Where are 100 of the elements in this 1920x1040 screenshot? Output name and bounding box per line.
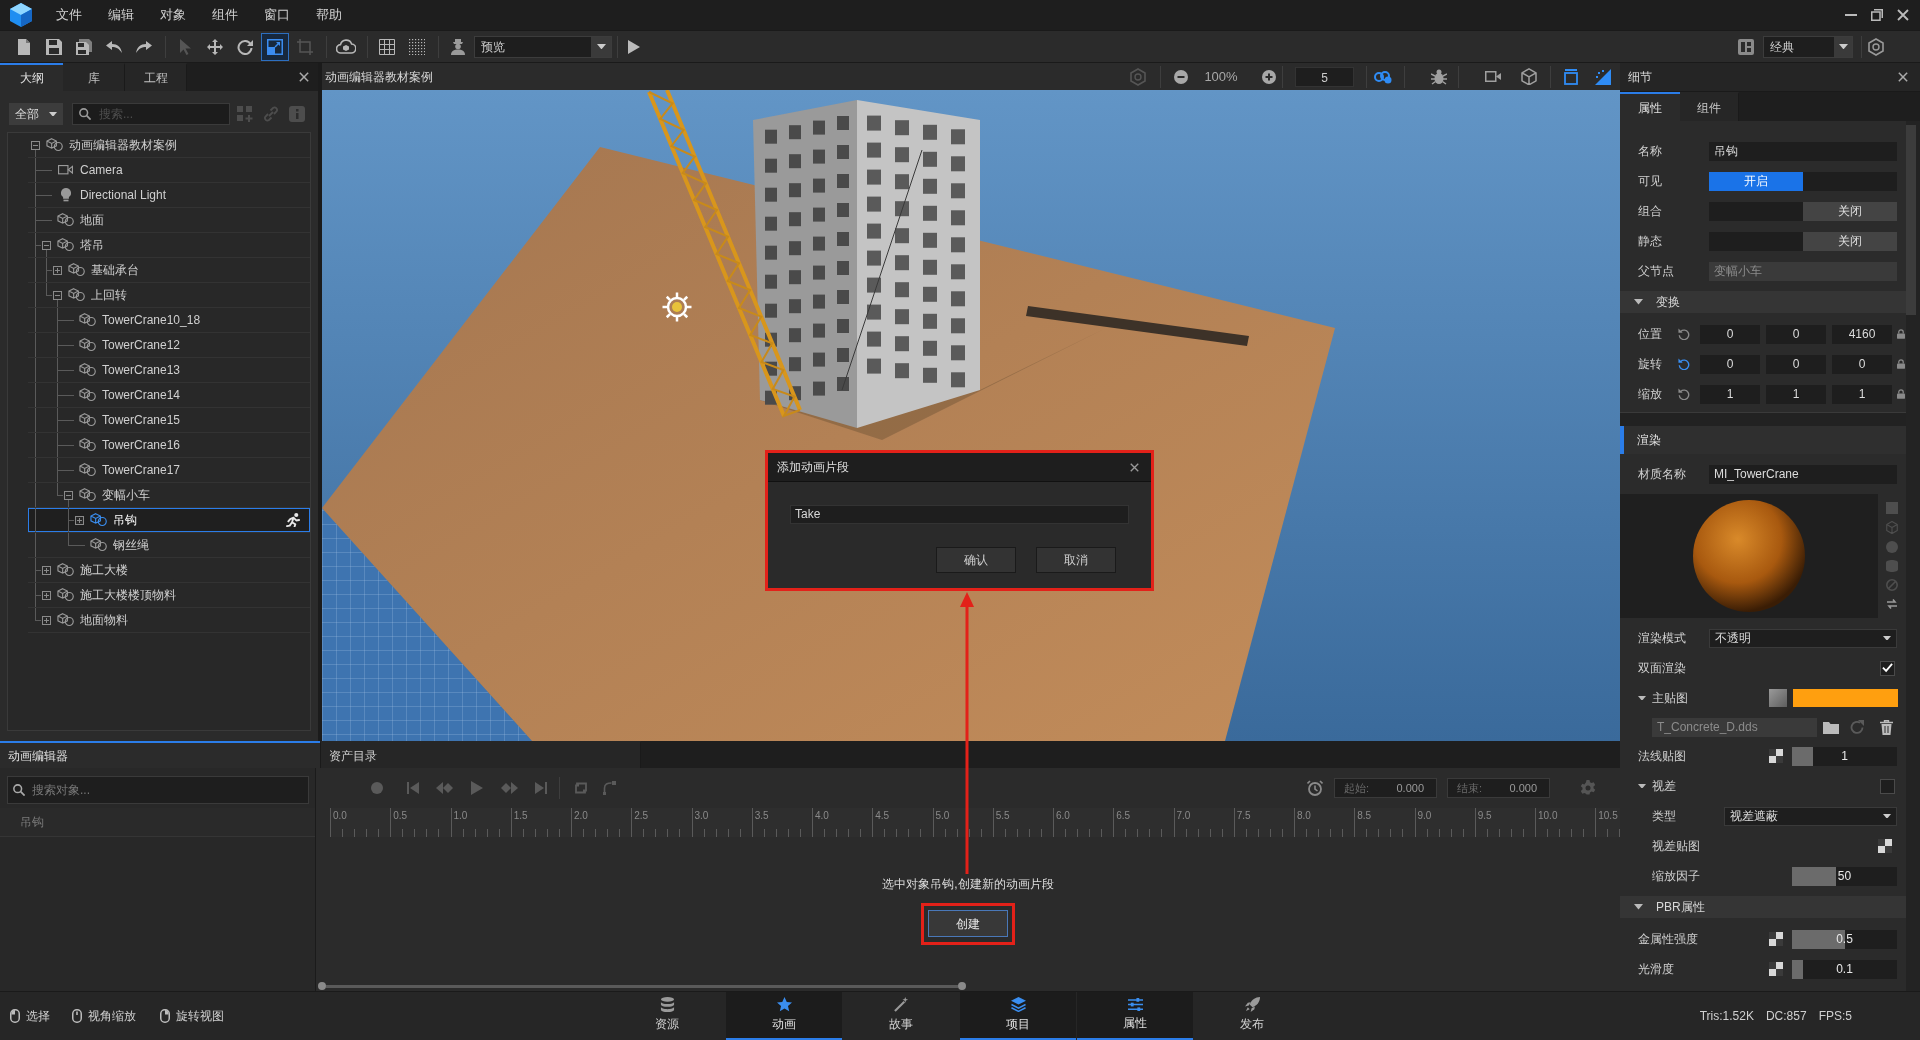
bottom-tab[interactable]: 发布: [1194, 992, 1310, 1040]
restore-icon[interactable]: [1871, 9, 1883, 21]
menu-item[interactable]: 对象: [160, 5, 186, 25]
collapse-icon[interactable]: [53, 290, 62, 300]
reset-icon[interactable]: [1678, 328, 1690, 340]
checkbox[interactable]: [1880, 660, 1895, 676]
tree-item[interactable]: TowerCrane10_18: [28, 308, 310, 333]
collapse-icon[interactable]: [64, 490, 73, 500]
slider-track[interactable]: 1: [1792, 746, 1897, 766]
tool-button[interactable]: [261, 32, 289, 61]
end-time-field[interactable]: 结束: 0.000: [1447, 778, 1550, 798]
close-icon[interactable]: [1898, 72, 1908, 82]
zoom-in-icon[interactable]: [1262, 69, 1276, 84]
section-header[interactable]: PBR属性: [1620, 896, 1906, 918]
bottom-tab[interactable]: 故事: [843, 992, 959, 1040]
layout-dropdown[interactable]: 经典: [1763, 35, 1853, 58]
preview-dropdown[interactable]: 预览: [474, 35, 612, 58]
expand-icon[interactable]: [42, 565, 51, 575]
tree-item[interactable]: 吊钩: [28, 508, 310, 533]
tab[interactable]: 属性: [1620, 92, 1680, 121]
bottom-tab[interactable]: 属性: [1077, 992, 1193, 1040]
dot-grid-icon[interactable]: [409, 38, 425, 55]
save-icon[interactable]: [46, 38, 62, 55]
bottom-tab[interactable]: 资源: [609, 992, 725, 1040]
panel-icon[interactable]: [1564, 68, 1578, 85]
video-camera-icon[interactable]: [1485, 71, 1501, 82]
hexagon-icon[interactable]: [1868, 37, 1884, 56]
tab[interactable]: 工程: [125, 63, 187, 91]
tree-item[interactable]: TowerCrane12: [28, 333, 310, 358]
close-icon[interactable]: [1130, 462, 1139, 472]
dropdown[interactable]: 不透明: [1709, 628, 1897, 648]
tree-item[interactable]: Directional Light: [28, 183, 310, 208]
tree-item[interactable]: TowerCrane14: [28, 383, 310, 408]
number-field[interactable]: 0: [1832, 354, 1892, 374]
tab[interactable]: 库: [63, 63, 125, 91]
zoom-out-icon[interactable]: [1174, 69, 1188, 84]
number-field[interactable]: 1: [1700, 384, 1760, 404]
file-icon[interactable]: [18, 38, 30, 55]
checker-icon[interactable]: [1769, 932, 1783, 946]
tab[interactable]: 大纲: [0, 63, 63, 91]
expand-icon[interactable]: [75, 515, 84, 525]
cube-icon[interactable]: [1521, 68, 1537, 85]
tree-item[interactable]: 地面: [28, 208, 310, 233]
expand-icon[interactable]: [42, 615, 51, 625]
rotate-icon[interactable]: [237, 38, 253, 55]
filter-dropdown[interactable]: 全部: [9, 103, 63, 125]
number-field[interactable]: 0: [1766, 354, 1826, 374]
toggle-switch[interactable]: 关闭: [1709, 201, 1897, 221]
checkbox[interactable]: [1880, 778, 1895, 794]
tree-item[interactable]: TowerCrane16: [28, 433, 310, 458]
tree-item[interactable]: TowerCrane15: [28, 408, 310, 433]
triangle-icon[interactable]: [1595, 68, 1611, 85]
search-field[interactable]: 搜索对象...: [7, 776, 309, 804]
lock-icon[interactable]: [1897, 389, 1905, 399]
alarm-clock-icon[interactable]: [1307, 780, 1323, 796]
checker-icon[interactable]: [1769, 749, 1783, 763]
move-icon[interactable]: [207, 38, 223, 55]
number-field[interactable]: 0: [1766, 324, 1826, 344]
collapse-icon[interactable]: [42, 240, 51, 250]
number-field[interactable]: 4160: [1832, 324, 1892, 344]
bottom-tab[interactable]: 动画: [726, 992, 842, 1040]
redo-icon[interactable]: [136, 40, 152, 53]
create-button[interactable]: 创建: [928, 910, 1008, 937]
number-field[interactable]: 1: [1766, 384, 1826, 404]
undo-icon[interactable]: [106, 40, 122, 53]
menu-item[interactable]: 文件: [56, 5, 82, 25]
tree-item[interactable]: 施工大楼: [28, 558, 310, 583]
caret-down-icon[interactable]: [1638, 783, 1646, 789]
lock-icon[interactable]: [1897, 359, 1905, 369]
caret-down-icon[interactable]: [1634, 904, 1643, 910]
cloud-icon[interactable]: [336, 39, 356, 54]
number-field[interactable]: 1: [1832, 384, 1892, 404]
close-icon[interactable]: [299, 72, 309, 82]
menu-item[interactable]: 窗口: [264, 5, 290, 25]
reset-icon[interactable]: [1678, 388, 1690, 400]
slider-fill[interactable]: [1792, 866, 1837, 886]
dialog-button[interactable]: 取消: [1036, 547, 1116, 573]
tree-item[interactable]: TowerCrane17: [28, 458, 310, 483]
number-field[interactable]: 0: [1700, 354, 1760, 374]
expand-icon[interactable]: [53, 265, 62, 275]
tree-item[interactable]: Camera: [28, 158, 310, 183]
folder-icon[interactable]: [1823, 720, 1839, 734]
number-field[interactable]: 0: [1700, 324, 1760, 344]
horizontal-scrollbar[interactable]: [318, 982, 966, 990]
play-icon[interactable]: [628, 39, 640, 54]
slider-track[interactable]: 0.1: [1792, 959, 1897, 979]
tree-item[interactable]: 施工大楼楼顶物料: [28, 583, 310, 608]
scrollbar-thumb[interactable]: [1906, 125, 1916, 315]
caret-down-icon[interactable]: [1634, 299, 1643, 305]
menu-item[interactable]: 组件: [212, 5, 238, 25]
menu-item[interactable]: 编辑: [108, 5, 134, 25]
tree-item[interactable]: 塔吊: [28, 233, 310, 258]
slider-fill[interactable]: [1792, 959, 1803, 979]
close-icon[interactable]: [1897, 9, 1909, 21]
user-icon[interactable]: [451, 38, 465, 55]
color-swatch[interactable]: [1793, 689, 1898, 707]
layout-icon[interactable]: [1738, 38, 1754, 55]
caret-down-icon[interactable]: [1638, 695, 1646, 701]
menu-item[interactable]: 帮助: [316, 5, 342, 25]
text-field[interactable]: MI_TowerCrane: [1709, 464, 1897, 484]
